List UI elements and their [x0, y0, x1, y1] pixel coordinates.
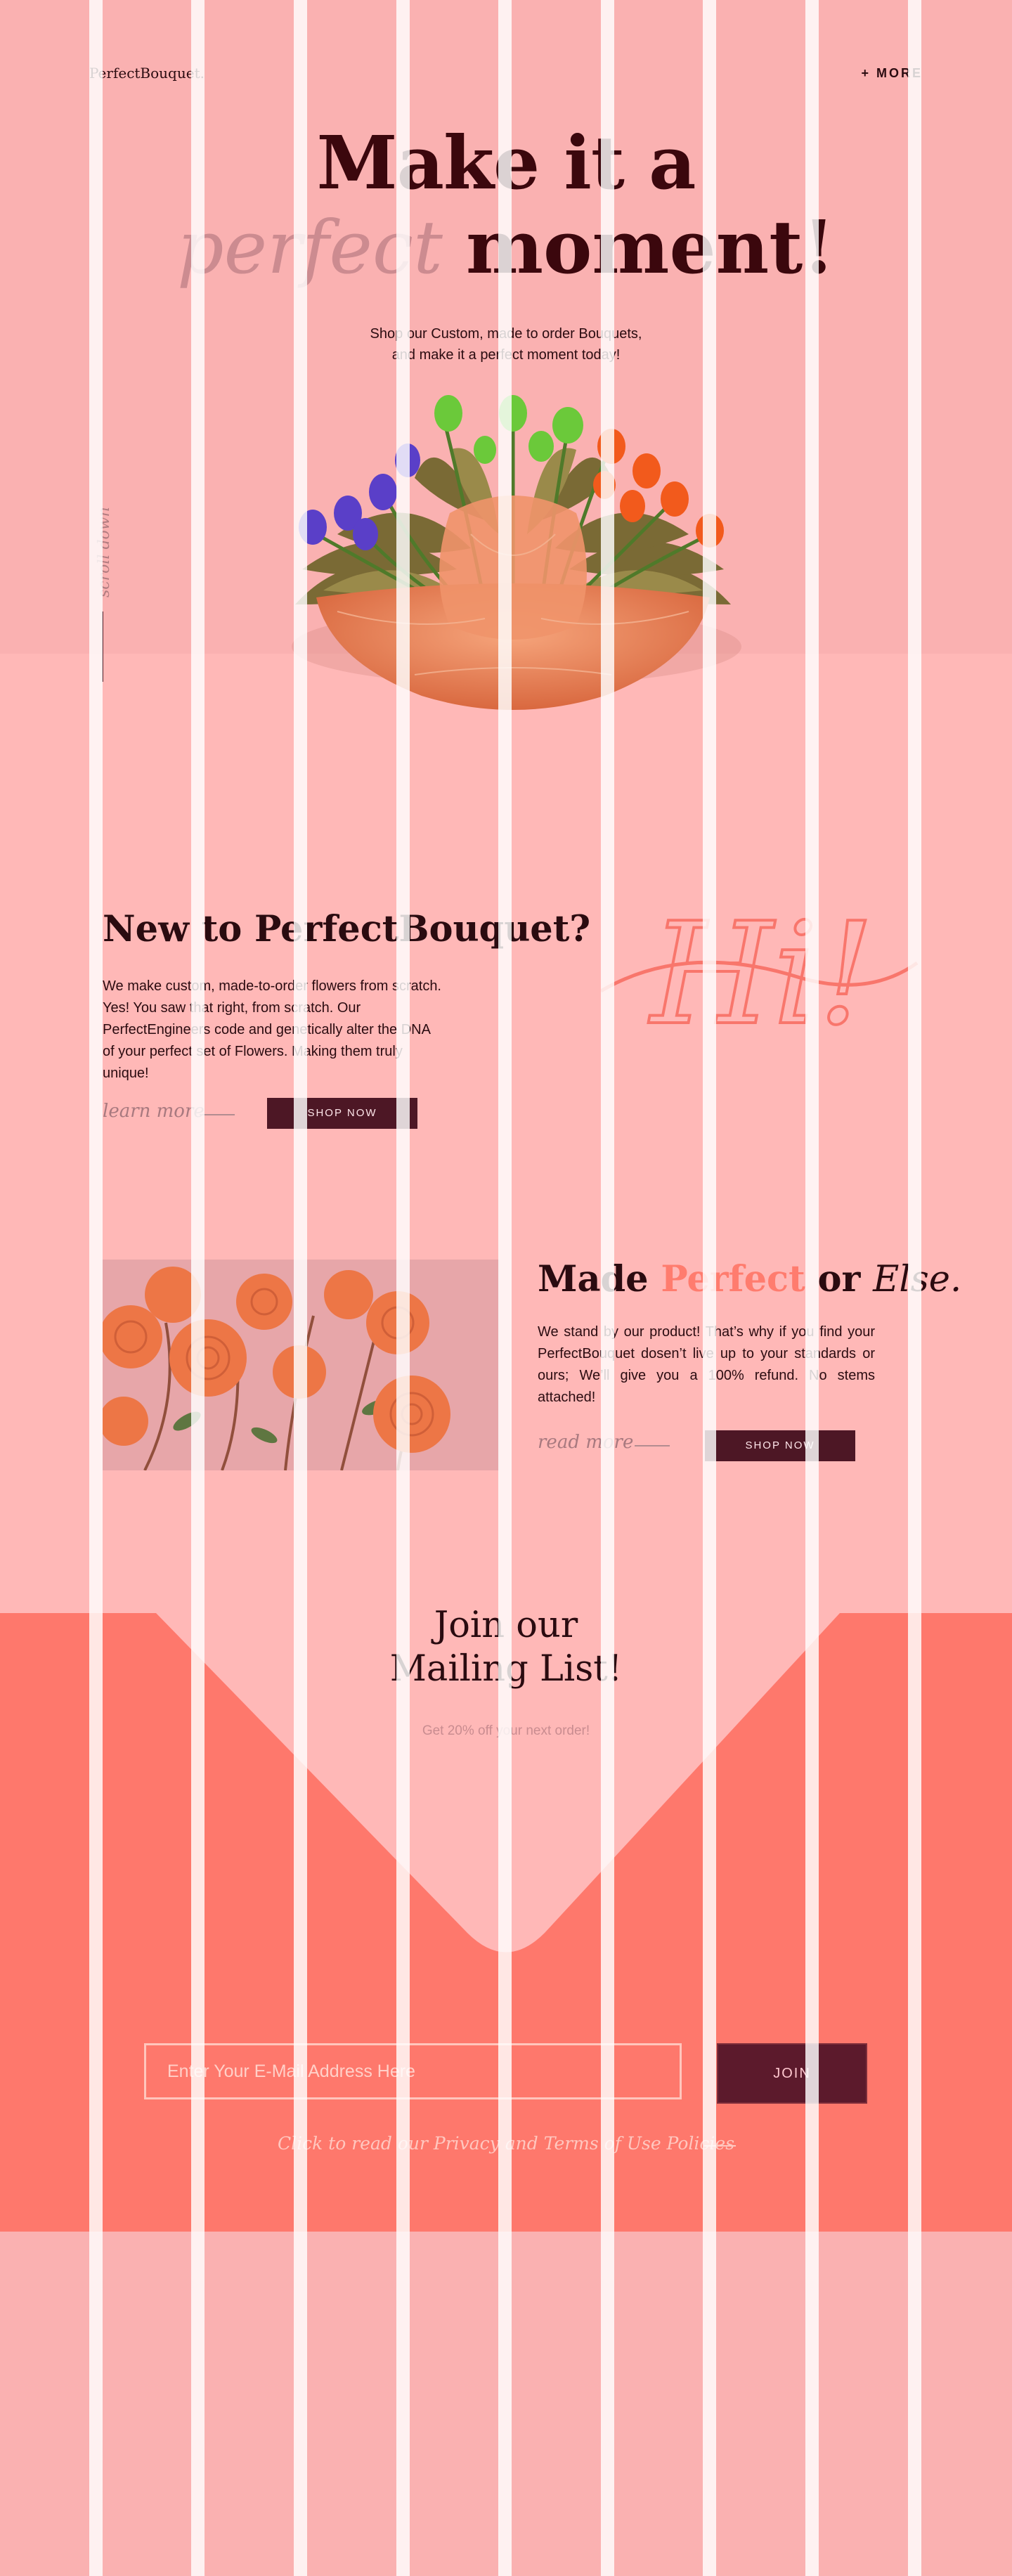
intro-heading: New to PerfectBouquet? — [103, 908, 591, 950]
read-more-link[interactable]: read more — [538, 1432, 633, 1453]
hi-script-text: Hi! — [648, 900, 875, 1056]
scroll-down-line — [102, 611, 103, 682]
footer-background — [0, 2232, 1012, 2576]
shop-now-button[interactable]: SHOP NOW — [267, 1098, 417, 1129]
read-more-line — [635, 1445, 670, 1446]
promise-heading-accent: Perfect — [661, 1258, 805, 1300]
policy-link-line — [704, 2145, 736, 2147]
shop-now-button-2[interactable]: SHOP NOW — [705, 1430, 855, 1461]
scroll-down-indicator[interactable]: scroll down — [91, 506, 113, 689]
hero-subtitle: Shop our Custom, made to order Bouquets,… — [0, 323, 1012, 365]
promise-heading: Made Perfect or Else. — [538, 1258, 961, 1300]
hero-subtitle-line2: and make it a perfect moment today! — [391, 347, 621, 363]
bouquet-image — [292, 395, 741, 710]
promise-heading-part1: Made — [538, 1258, 649, 1300]
learn-more-link[interactable]: learn more — [103, 1101, 205, 1122]
mailing-subtitle: Get 20% off your next order! — [422, 1723, 590, 1738]
policy-link[interactable]: Click to read our Privacy and Terms of U… — [0, 2133, 1012, 2154]
promise-body: We stand by our product! That’s why if y… — [538, 1324, 875, 1405]
hero-title-line2: perfect moment! — [0, 204, 1012, 290]
mailing-heading-line2: Mailing List! — [389, 1648, 623, 1690]
hi-script-decoration: Hi! — [601, 900, 919, 1058]
hero-title-bold-word: moment! — [466, 204, 835, 290]
mailing-heading-line1: Join our — [434, 1605, 578, 1646]
hero-subtitle-line1: Shop our Custom, made to order Bouquets, — [370, 326, 642, 342]
join-button[interactable]: JOIN — [717, 2043, 867, 2104]
site-logo[interactable]: PerfectBouquet. — [89, 65, 205, 82]
mailing-heading: Join our Mailing List! — [0, 1604, 1012, 1691]
learn-more-line — [200, 1114, 235, 1115]
promise-heading-part2: or — [817, 1258, 861, 1300]
hero-title-line1: Make it a — [316, 119, 696, 206]
hero-title-italic-word: perfect — [177, 205, 443, 290]
scroll-down-label: scroll down — [96, 507, 113, 597]
more-menu-link[interactable]: + MORE — [861, 66, 923, 81]
email-input[interactable] — [144, 2043, 682, 2099]
intro-body: We make custom, made-to-order flowers fr… — [103, 978, 441, 1081]
roses-photo — [103, 1260, 500, 1470]
promise-heading-italic: Else. — [873, 1259, 962, 1300]
